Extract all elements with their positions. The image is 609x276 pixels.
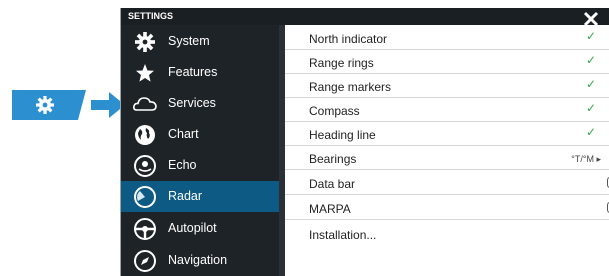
checkmark-icon[interactable]: ✓ bbox=[586, 29, 596, 43]
checkmark-icon[interactable]: ✓ bbox=[586, 53, 596, 67]
compass-icon bbox=[132, 248, 158, 274]
sidebar-item-radar[interactable]: Radar bbox=[121, 181, 285, 212]
setting-range-markers[interactable]: Range markers ✓ bbox=[285, 74, 609, 98]
sidebar-item-autopilot[interactable]: Autopilot bbox=[121, 213, 285, 244]
dialog-title: SETTINGS bbox=[121, 8, 609, 25]
settings-gear-badge bbox=[12, 90, 86, 120]
setting-label: Range markers bbox=[309, 80, 392, 94]
checkmark-icon[interactable]: ✓ bbox=[586, 101, 596, 115]
setting-label: Compass bbox=[309, 104, 360, 118]
setting-compass[interactable]: Compass ✓ bbox=[285, 98, 609, 122]
globe-icon bbox=[132, 122, 158, 148]
sidebar-item-system[interactable]: System bbox=[121, 26, 285, 57]
sidebar-item-label: Chart bbox=[168, 127, 199, 141]
setting-data-bar[interactable]: Data bar bbox=[285, 171, 609, 195]
sidebar-item-features[interactable]: Features bbox=[121, 57, 285, 88]
sidebar-item-label: Navigation bbox=[168, 253, 228, 267]
sidebar-item-label: Radar bbox=[168, 189, 203, 203]
radar-icon bbox=[132, 184, 158, 210]
sidebar-item-label: System bbox=[168, 34, 210, 48]
setting-label: MARPA bbox=[309, 202, 351, 216]
setting-bearings[interactable]: Bearings °T/°M ▸ bbox=[285, 146, 609, 170]
setting-north-indicator[interactable]: North indicator ✓ bbox=[285, 26, 609, 50]
sidebar-item-chart[interactable]: Chart bbox=[121, 119, 285, 150]
checkmark-icon[interactable]: ✓ bbox=[586, 77, 596, 91]
setting-label: North indicator bbox=[309, 32, 388, 46]
sidebar-item-services[interactable]: Services bbox=[121, 88, 285, 119]
sidebar-item-label: Autopilot bbox=[168, 221, 217, 235]
setting-label: Installation... bbox=[309, 228, 377, 242]
setting-label: Bearings bbox=[309, 152, 357, 166]
steering-wheel-icon bbox=[132, 216, 158, 242]
star-icon bbox=[132, 60, 158, 86]
cloud-icon bbox=[132, 91, 158, 117]
settings-dialog: SETTINGS System Features Services Chart … bbox=[120, 8, 609, 276]
fish-echo-icon bbox=[132, 153, 158, 179]
sidebar-item-label: Features bbox=[168, 65, 218, 79]
sidebar-item-label: Services bbox=[168, 96, 216, 110]
setting-range-rings[interactable]: Range rings ✓ bbox=[285, 50, 609, 74]
setting-label: Data bar bbox=[309, 177, 356, 191]
sidebar-item-label: Echo bbox=[168, 158, 197, 172]
setting-label: Heading line bbox=[309, 128, 376, 142]
gear-icon bbox=[132, 29, 158, 55]
radar-settings-list: North indicator ✓ Range rings ✓ Range ma… bbox=[285, 25, 609, 276]
setting-label: Range rings bbox=[309, 56, 374, 70]
setting-installation[interactable]: Installation... bbox=[285, 222, 609, 246]
checkmark-icon[interactable]: ✓ bbox=[586, 125, 596, 139]
sidebar-item-echo[interactable]: Echo bbox=[121, 150, 285, 181]
sidebar-item-navigation[interactable]: Navigation bbox=[121, 245, 285, 276]
bearings-value[interactable]: °T/°M ▸ bbox=[571, 154, 601, 165]
setting-marpa[interactable]: MARPA bbox=[285, 196, 609, 220]
setting-heading-line[interactable]: Heading line ✓ bbox=[285, 122, 609, 146]
settings-sidebar: System Features Services Chart Echo Rada… bbox=[121, 25, 285, 276]
